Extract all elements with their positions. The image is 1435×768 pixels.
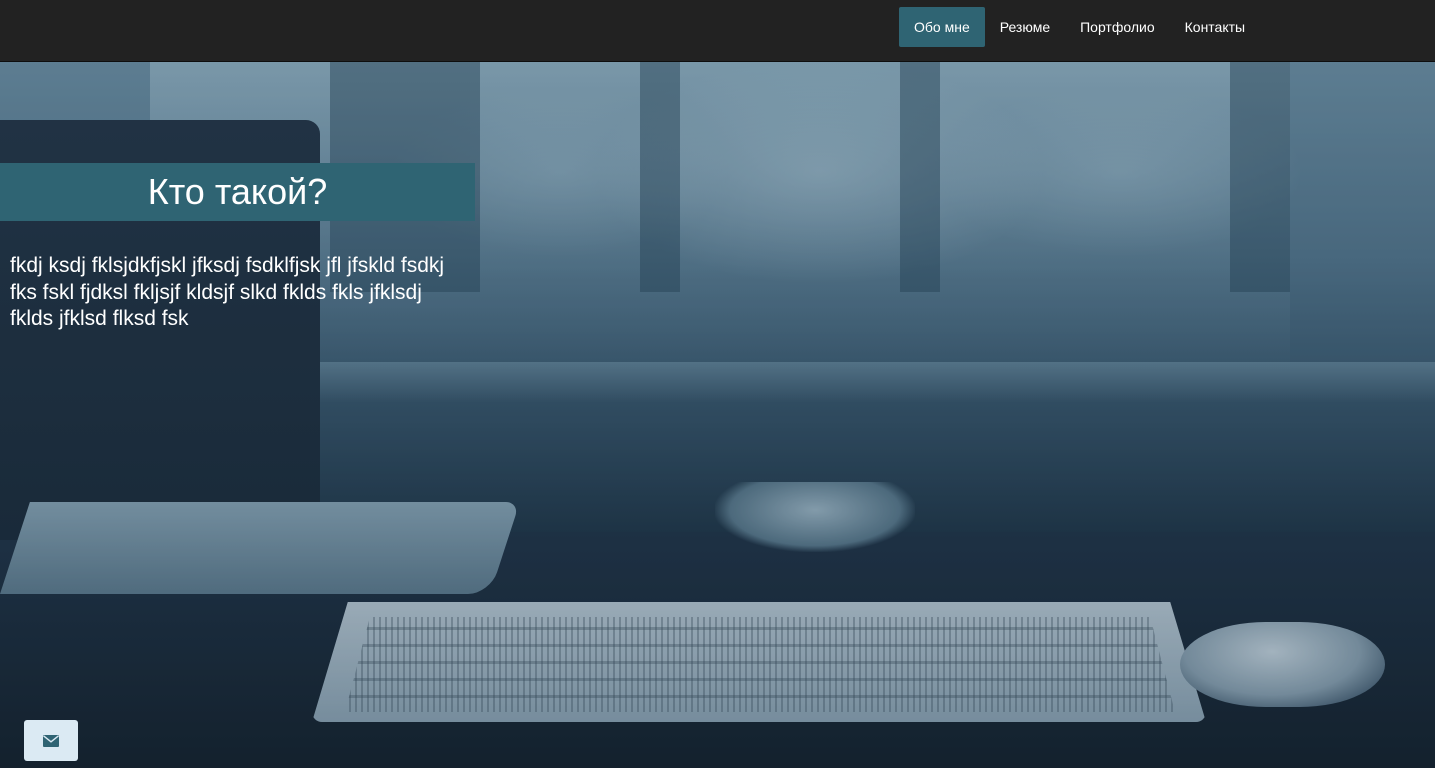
about-title: Кто такой? (0, 163, 475, 221)
mail-button[interactable] (24, 720, 78, 761)
nav-item-contacts[interactable]: Контакты (1170, 7, 1260, 47)
top-navbar: Обо мне Резюме Портфолио Контакты (0, 0, 1435, 62)
nav-item-portfolio[interactable]: Портфолио (1065, 7, 1170, 47)
about-description: fkdj ksdj fklsjdkfjskl jfksdj fsdklfjsk … (10, 254, 445, 330)
nav-item-resume[interactable]: Резюме (985, 7, 1065, 47)
nav-item-about[interactable]: Обо мне (899, 7, 985, 47)
envelope-icon (43, 734, 59, 747)
nav-menu: Обо мне Резюме Портфолио Контакты (899, 7, 1260, 47)
